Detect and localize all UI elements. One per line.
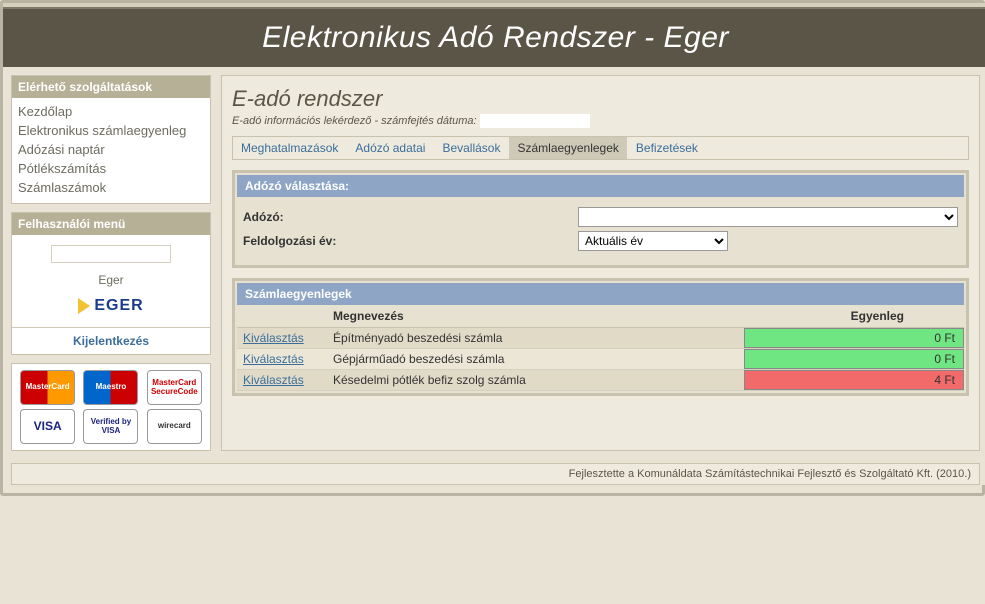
taxpayer-selector-panel: Adózó választása: Adózó: Feldolgozási év… bbox=[232, 170, 969, 268]
balance-badge: 4 Ft bbox=[744, 370, 964, 390]
balances-panel: Számlaegyenlegek Megnevezés Egyenleg Kiv… bbox=[232, 278, 969, 396]
table-row: Kiválasztás Késedelmi pótlék befiz szolg… bbox=[237, 370, 964, 391]
sidebar-item-balance[interactable]: Elektronikus számlaegyenleg bbox=[18, 121, 204, 140]
balance-badge: 0 Ft bbox=[744, 349, 964, 369]
page-title: Elektronikus Adó Rendszer - Eger bbox=[3, 21, 985, 55]
maestro-icon: Maestro bbox=[83, 370, 138, 405]
adozo-select[interactable] bbox=[578, 207, 958, 227]
tab-meghatalmazasok[interactable]: Meghatalmazások bbox=[233, 137, 347, 159]
select-row-1[interactable]: Kiválasztás bbox=[243, 352, 304, 366]
footer-text: Fejlesztette a Komunáldata Számítástechn… bbox=[569, 468, 971, 480]
select-row-2[interactable]: Kiválasztás bbox=[243, 373, 304, 387]
tab-befizetesek[interactable]: Befizetések bbox=[628, 137, 707, 159]
app-header: Elektronikus Adó Rendszer - Eger bbox=[3, 7, 985, 67]
mastercard-icon: MasterCard bbox=[20, 370, 75, 405]
taxpayer-selector-title: Adózó választása: bbox=[237, 175, 964, 197]
main-content: E-adó rendszer E-adó információs lekérde… bbox=[221, 75, 980, 451]
tab-szamlaegyenlegek[interactable]: Számlaegyenlegek bbox=[509, 137, 627, 159]
tab-adozo-adatai[interactable]: Adózó adatai bbox=[347, 137, 434, 159]
subline-prefix: E-adó információs lekérdező - számfejtés… bbox=[232, 115, 477, 127]
eger-logo: EGER bbox=[78, 297, 143, 315]
eger-logo-text: EGER bbox=[94, 297, 143, 315]
sidebar: Elérhető szolgáltatások Kezdőlap Elektro… bbox=[11, 75, 211, 451]
row-name: Gépjárműadó beszedési számla bbox=[327, 349, 744, 370]
year-label: Feldolgozási év: bbox=[243, 234, 383, 248]
select-row-0[interactable]: Kiválasztás bbox=[243, 331, 304, 345]
year-select[interactable]: Aktuális év bbox=[578, 231, 728, 251]
eger-chevron-icon bbox=[78, 298, 90, 314]
sidebar-item-surcharge[interactable]: Pótlékszámítás bbox=[18, 159, 204, 178]
row-name: Építményadó beszedési számla bbox=[327, 328, 744, 349]
sidebar-user-title: Felhasználói menü bbox=[12, 213, 210, 235]
user-name-placeholder bbox=[51, 245, 171, 263]
col-balance: Egyenleg bbox=[744, 305, 964, 328]
logout-link[interactable]: Kijelentkezés bbox=[73, 334, 149, 348]
sidebar-services-title: Elérhető szolgáltatások bbox=[12, 76, 210, 98]
table-row: Kiválasztás Gépjárműadó beszedési számla… bbox=[237, 349, 964, 370]
main-heading: E-adó rendszer bbox=[232, 86, 969, 112]
sidebar-item-accounts[interactable]: Számlaszámok bbox=[18, 178, 204, 197]
tab-bevallasok[interactable]: Bevallások bbox=[434, 137, 509, 159]
wirecard-icon: wirecard bbox=[147, 409, 202, 444]
adozo-label: Adózó: bbox=[243, 210, 383, 224]
balance-badge: 0 Ft bbox=[744, 328, 964, 348]
main-subline: E-adó információs lekérdező - számfejtés… bbox=[232, 114, 969, 128]
sidebar-item-calendar[interactable]: Adózási naptár bbox=[18, 140, 204, 159]
balances-title: Számlaegyenlegek bbox=[237, 283, 964, 305]
user-city: Eger bbox=[16, 273, 206, 287]
verified-by-visa-icon: Verified by VISA bbox=[83, 409, 138, 444]
calc-date-value bbox=[480, 114, 590, 128]
table-row: Kiválasztás Építményadó beszedési számla… bbox=[237, 328, 964, 349]
tabs: Meghatalmazások Adózó adatai Bevallások … bbox=[232, 136, 969, 160]
visa-icon: VISA bbox=[20, 409, 75, 444]
securecode-icon: MasterCard SecureCode bbox=[147, 370, 202, 405]
sidebar-item-home[interactable]: Kezdőlap bbox=[18, 102, 204, 121]
footer: Fejlesztette a Komunáldata Számítástechn… bbox=[11, 463, 980, 485]
row-name: Késedelmi pótlék befiz szolg számla bbox=[327, 370, 744, 391]
payment-logos: MasterCard Maestro MasterCard SecureCode… bbox=[11, 363, 211, 451]
col-name: Megnevezés bbox=[327, 305, 744, 328]
col-select bbox=[237, 305, 327, 328]
